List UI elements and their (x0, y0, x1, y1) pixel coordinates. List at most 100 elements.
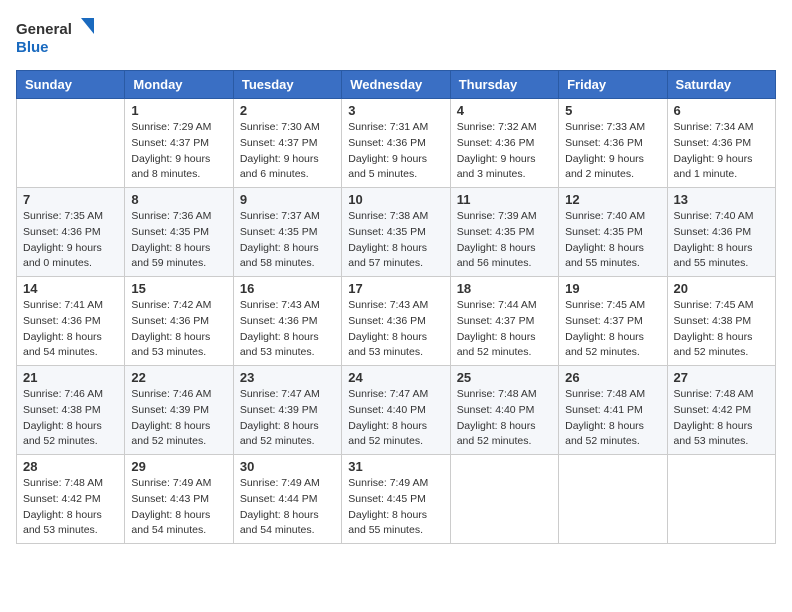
week-row-4: 28Sunrise: 7:48 AMSunset: 4:42 PMDayligh… (17, 455, 776, 544)
weekday-header-row: SundayMondayTuesdayWednesdayThursdayFrid… (17, 71, 776, 99)
calendar-cell: 27 Sunrise: 7:48 AMSunset: 4:42 PMDayligh… (667, 366, 775, 455)
weekday-header-wednesday: Wednesday (342, 71, 450, 99)
day-number: 31 (348, 459, 443, 474)
day-number: 2 (240, 103, 335, 118)
day-info: Sunrise: 7:31 AMSunset: 4:36 PMDaylight:… (348, 120, 443, 183)
calendar-cell: 22 Sunrise: 7:46 AMSunset: 4:39 PMDayligh… (125, 366, 233, 455)
day-info: Sunrise: 7:43 AMSunset: 4:36 PMDaylight:… (348, 298, 443, 361)
day-number: 19 (565, 281, 660, 296)
day-number: 6 (674, 103, 769, 118)
calendar-cell: 6 Sunrise: 7:34 AMSunset: 4:36 PMDaylight… (667, 99, 775, 188)
day-number: 15 (131, 281, 226, 296)
weekday-header-sunday: Sunday (17, 71, 125, 99)
day-info: Sunrise: 7:48 AMSunset: 4:40 PMDaylight:… (457, 387, 552, 450)
weekday-header-saturday: Saturday (667, 71, 775, 99)
calendar-cell: 20 Sunrise: 7:45 AMSunset: 4:38 PMDayligh… (667, 277, 775, 366)
day-number: 5 (565, 103, 660, 118)
day-info: Sunrise: 7:39 AMSunset: 4:35 PMDaylight:… (457, 209, 552, 272)
day-info: Sunrise: 7:47 AMSunset: 4:39 PMDaylight:… (240, 387, 335, 450)
day-info: Sunrise: 7:48 AMSunset: 4:41 PMDaylight:… (565, 387, 660, 450)
day-info: Sunrise: 7:41 AMSunset: 4:36 PMDaylight:… (23, 298, 118, 361)
weekday-header-friday: Friday (559, 71, 667, 99)
calendar-cell: 13 Sunrise: 7:40 AMSunset: 4:36 PMDayligh… (667, 188, 775, 277)
day-info: Sunrise: 7:47 AMSunset: 4:40 PMDaylight:… (348, 387, 443, 450)
header: General Blue (16, 16, 776, 58)
day-info: Sunrise: 7:40 AMSunset: 4:36 PMDaylight:… (674, 209, 769, 272)
calendar-cell: 14 Sunrise: 7:41 AMSunset: 4:36 PMDayligh… (17, 277, 125, 366)
calendar-cell (667, 455, 775, 544)
calendar-table: SundayMondayTuesdayWednesdayThursdayFrid… (16, 70, 776, 544)
day-info: Sunrise: 7:45 AMSunset: 4:37 PMDaylight:… (565, 298, 660, 361)
day-info: Sunrise: 7:33 AMSunset: 4:36 PMDaylight:… (565, 120, 660, 183)
day-info: Sunrise: 7:32 AMSunset: 4:36 PMDaylight:… (457, 120, 552, 183)
day-number: 14 (23, 281, 118, 296)
calendar-cell: 3 Sunrise: 7:31 AMSunset: 4:36 PMDaylight… (342, 99, 450, 188)
day-number: 11 (457, 192, 552, 207)
day-number: 16 (240, 281, 335, 296)
calendar-cell (559, 455, 667, 544)
day-number: 28 (23, 459, 118, 474)
day-info: Sunrise: 7:45 AMSunset: 4:38 PMDaylight:… (674, 298, 769, 361)
calendar-cell: 24 Sunrise: 7:47 AMSunset: 4:40 PMDayligh… (342, 366, 450, 455)
day-number: 3 (348, 103, 443, 118)
day-number: 4 (457, 103, 552, 118)
day-info: Sunrise: 7:30 AMSunset: 4:37 PMDaylight:… (240, 120, 335, 183)
day-number: 26 (565, 370, 660, 385)
calendar-cell: 25 Sunrise: 7:48 AMSunset: 4:40 PMDayligh… (450, 366, 558, 455)
day-number: 17 (348, 281, 443, 296)
day-number: 23 (240, 370, 335, 385)
calendar-cell: 29Sunrise: 7:49 AMSunset: 4:43 PMDayligh… (125, 455, 233, 544)
day-number: 20 (674, 281, 769, 296)
day-number: 7 (23, 192, 118, 207)
calendar-cell: 17 Sunrise: 7:43 AMSunset: 4:36 PMDayligh… (342, 277, 450, 366)
logo: General Blue (16, 16, 96, 58)
day-info: Sunrise: 7:44 AMSunset: 4:37 PMDaylight:… (457, 298, 552, 361)
day-number: 13 (674, 192, 769, 207)
calendar-cell: 26 Sunrise: 7:48 AMSunset: 4:41 PMDayligh… (559, 366, 667, 455)
week-row-1: 7 Sunrise: 7:35 AMSunset: 4:36 PMDaylight… (17, 188, 776, 277)
calendar-cell: 19 Sunrise: 7:45 AMSunset: 4:37 PMDayligh… (559, 277, 667, 366)
day-number: 25 (457, 370, 552, 385)
calendar-cell: 11 Sunrise: 7:39 AMSunset: 4:35 PMDayligh… (450, 188, 558, 277)
day-info: Sunrise: 7:46 AMSunset: 4:39 PMDaylight:… (131, 387, 226, 450)
calendar-cell: 10Sunrise: 7:38 AMSunset: 4:35 PMDayligh… (342, 188, 450, 277)
day-info: Sunrise: 7:37 AMSunset: 4:35 PMDaylight:… (240, 209, 335, 272)
day-info: Sunrise: 7:49 AMSunset: 4:45 PMDaylight:… (348, 476, 443, 539)
day-info: Sunrise: 7:34 AMSunset: 4:36 PMDaylight:… (674, 120, 769, 183)
calendar-cell: 7 Sunrise: 7:35 AMSunset: 4:36 PMDaylight… (17, 188, 125, 277)
day-number: 9 (240, 192, 335, 207)
calendar-cell: 16 Sunrise: 7:43 AMSunset: 4:36 PMDayligh… (233, 277, 341, 366)
day-number: 10 (348, 192, 443, 207)
calendar-cell: 4 Sunrise: 7:32 AMSunset: 4:36 PMDaylight… (450, 99, 558, 188)
day-number: 12 (565, 192, 660, 207)
calendar-cell: 1 Sunrise: 7:29 AMSunset: 4:37 PMDaylight… (125, 99, 233, 188)
day-info: Sunrise: 7:42 AMSunset: 4:36 PMDaylight:… (131, 298, 226, 361)
calendar-cell: 8 Sunrise: 7:36 AMSunset: 4:35 PMDaylight… (125, 188, 233, 277)
day-number: 8 (131, 192, 226, 207)
week-row-2: 14 Sunrise: 7:41 AMSunset: 4:36 PMDayligh… (17, 277, 776, 366)
weekday-header-thursday: Thursday (450, 71, 558, 99)
day-info: Sunrise: 7:36 AMSunset: 4:35 PMDaylight:… (131, 209, 226, 272)
day-info: Sunrise: 7:48 AMSunset: 4:42 PMDaylight:… (674, 387, 769, 450)
week-row-0: 1 Sunrise: 7:29 AMSunset: 4:37 PMDaylight… (17, 99, 776, 188)
calendar-cell (450, 455, 558, 544)
day-number: 22 (131, 370, 226, 385)
day-number: 18 (457, 281, 552, 296)
day-info: Sunrise: 7:49 AMSunset: 4:43 PMDaylight:… (131, 476, 226, 539)
svg-text:Blue: Blue (16, 39, 49, 56)
calendar-cell: 9 Sunrise: 7:37 AMSunset: 4:35 PMDaylight… (233, 188, 341, 277)
day-number: 24 (348, 370, 443, 385)
day-info: Sunrise: 7:29 AMSunset: 4:37 PMDaylight:… (131, 120, 226, 183)
calendar-cell: 30Sunrise: 7:49 AMSunset: 4:44 PMDayligh… (233, 455, 341, 544)
day-info: Sunrise: 7:40 AMSunset: 4:35 PMDaylight:… (565, 209, 660, 272)
day-number: 1 (131, 103, 226, 118)
calendar-cell: 18 Sunrise: 7:44 AMSunset: 4:37 PMDayligh… (450, 277, 558, 366)
svg-text:General: General (16, 21, 72, 38)
weekday-header-monday: Monday (125, 71, 233, 99)
calendar-cell: 31 Sunrise: 7:49 AMSunset: 4:45 PMDayligh… (342, 455, 450, 544)
calendar-cell: 12 Sunrise: 7:40 AMSunset: 4:35 PMDayligh… (559, 188, 667, 277)
calendar-cell: 23 Sunrise: 7:47 AMSunset: 4:39 PMDayligh… (233, 366, 341, 455)
day-info: Sunrise: 7:43 AMSunset: 4:36 PMDaylight:… (240, 298, 335, 361)
day-info: Sunrise: 7:35 AMSunset: 4:36 PMDaylight:… (23, 209, 118, 272)
day-number: 27 (674, 370, 769, 385)
